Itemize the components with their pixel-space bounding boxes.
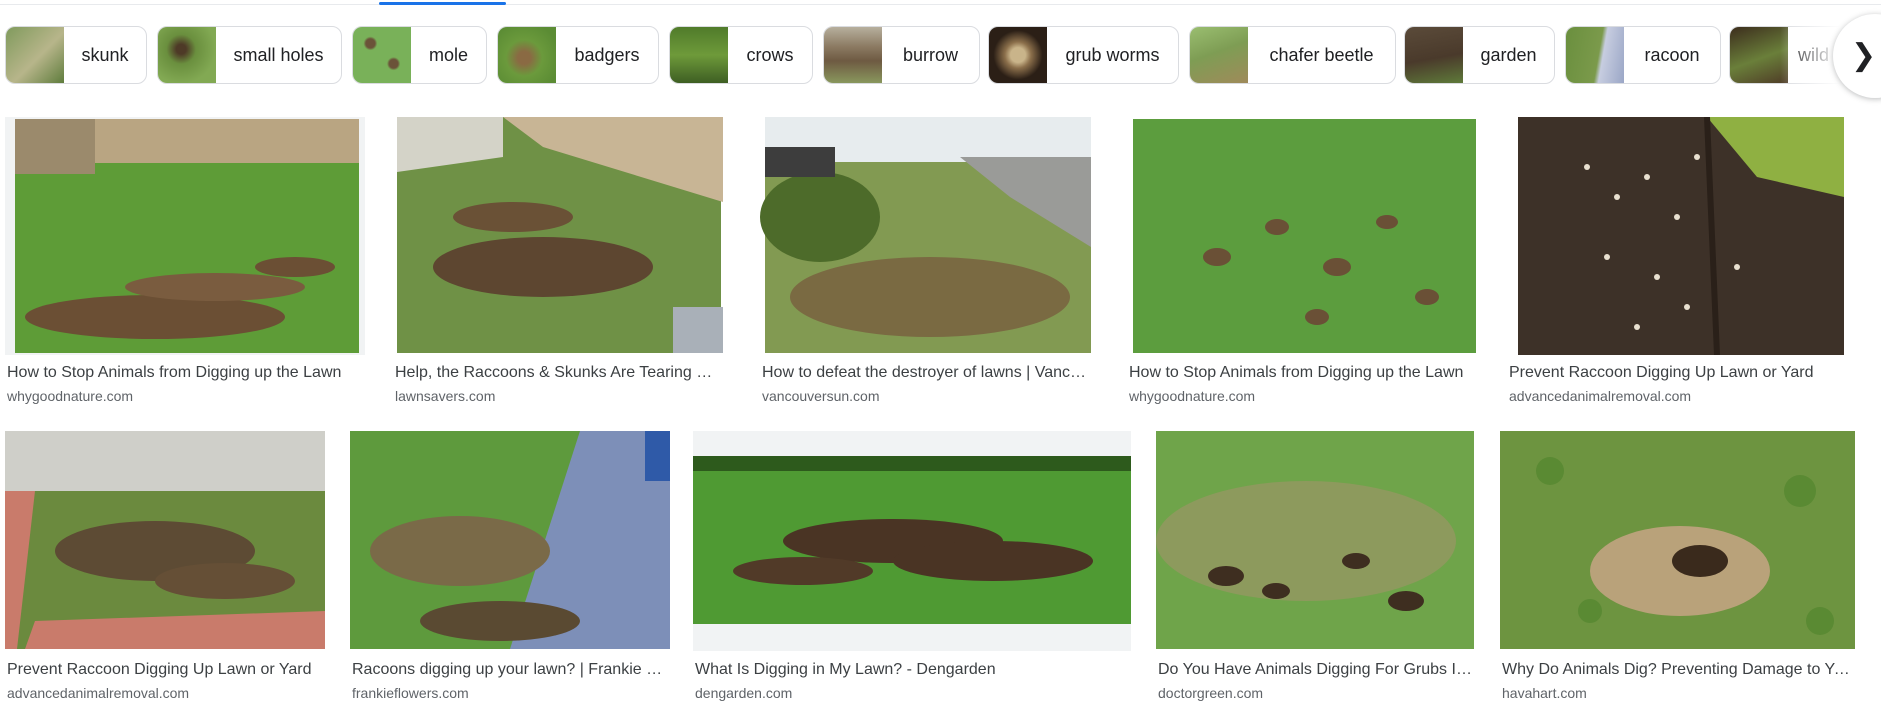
result-title[interactable]: Prevent Raccoon Digging Up Lawn or Yard bbox=[7, 661, 333, 679]
result-title[interactable]: How to Stop Animals from Digging up the … bbox=[7, 364, 363, 382]
image-result[interactable]: Racoons digging up your lawn? | Frankie … bbox=[350, 431, 670, 713]
result-source[interactable]: dengarden.com bbox=[695, 685, 792, 701]
result-title[interactable]: Help, the Raccoons & Skunks Are Tearing … bbox=[395, 364, 721, 382]
chip-label: crows bbox=[746, 44, 794, 65]
chip-label: skunk bbox=[81, 44, 129, 65]
result-source[interactable]: advancedanimalremoval.com bbox=[1509, 388, 1691, 404]
chip-small-holes[interactable]: small holes bbox=[157, 26, 342, 84]
result-title[interactable]: Why Do Animals Dig? Preventing Damage to… bbox=[1502, 661, 1853, 679]
grub-worms-thumbnail bbox=[989, 27, 1047, 83]
chip-badgers[interactable]: badgers bbox=[497, 26, 659, 84]
result-image[interactable] bbox=[393, 117, 723, 355]
image-result[interactable]: Why Do Animals Dig? Preventing Damage to… bbox=[1500, 431, 1855, 713]
result-source[interactable]: frankieflowers.com bbox=[352, 685, 469, 701]
image-result[interactable]: Prevent Raccoon Digging Up Lawn or Yard … bbox=[1507, 117, 1861, 417]
result-source[interactable]: whygoodnature.com bbox=[1129, 388, 1255, 404]
chip-skunk[interactable]: skunk bbox=[5, 26, 147, 84]
chip-label: burrow bbox=[902, 44, 959, 65]
chip-racoon[interactable]: racoon bbox=[1565, 26, 1721, 84]
image-result[interactable]: How to Stop Animals from Digging up the … bbox=[1127, 117, 1482, 417]
small-holes-thumbnail bbox=[158, 27, 216, 83]
result-source[interactable]: lawnsavers.com bbox=[395, 388, 495, 404]
result-image[interactable] bbox=[1507, 117, 1861, 355]
result-image[interactable] bbox=[1127, 117, 1482, 355]
mole-thumbnail bbox=[353, 27, 411, 83]
chip-chafer-beetle[interactable]: chafer beetle bbox=[1189, 26, 1396, 84]
chip-crows[interactable]: crows bbox=[669, 26, 813, 84]
chip-label: grub worms bbox=[1065, 44, 1160, 65]
chip-garden[interactable]: garden bbox=[1404, 26, 1555, 84]
chip-mole[interactable]: mole bbox=[352, 26, 487, 84]
chip-label: garden bbox=[1480, 44, 1537, 65]
chevron-right-icon: ❯ bbox=[1851, 39, 1877, 72]
result-title[interactable]: What Is Digging in My Lawn? - Dengarden bbox=[695, 661, 1129, 679]
result-image[interactable] bbox=[5, 431, 335, 651]
garden-thumbnail bbox=[1405, 27, 1463, 83]
image-result[interactable]: How to defeat the destroyer of lawns | V… bbox=[760, 117, 1096, 417]
image-result[interactable]: Prevent Raccoon Digging Up Lawn or Yard … bbox=[5, 431, 335, 713]
result-title[interactable]: Prevent Raccoon Digging Up Lawn or Yard bbox=[1509, 364, 1859, 382]
result-title[interactable]: Do You Have Animals Digging For Grubs In… bbox=[1158, 661, 1474, 679]
result-title[interactable]: How to defeat the destroyer of lawns | V… bbox=[762, 364, 1094, 382]
chip-grub-worms[interactable]: grub worms bbox=[988, 26, 1179, 84]
result-image[interactable] bbox=[350, 431, 670, 651]
result-image[interactable] bbox=[693, 431, 1131, 651]
result-image[interactable] bbox=[5, 117, 365, 355]
chip-label: chafer beetle bbox=[1269, 44, 1374, 65]
chip-label: small holes bbox=[233, 44, 324, 65]
chip-label: mole bbox=[428, 44, 468, 65]
result-source[interactable]: vancouversun.com bbox=[762, 388, 880, 404]
image-result[interactable]: What Is Digging in My Lawn? - Dengarden … bbox=[693, 431, 1131, 713]
image-result[interactable]: Help, the Raccoons & Skunks Are Tearing … bbox=[393, 117, 723, 417]
result-source[interactable]: whygoodnature.com bbox=[7, 388, 133, 404]
result-source[interactable]: havahart.com bbox=[1502, 685, 1587, 701]
racoon-thumbnail bbox=[1566, 27, 1624, 83]
image-result[interactable]: How to Stop Animals from Digging up the … bbox=[5, 117, 365, 417]
image-result[interactable]: Do You Have Animals Digging For Grubs In… bbox=[1156, 431, 1476, 713]
result-image[interactable] bbox=[760, 117, 1096, 355]
result-title[interactable]: Racoons digging up your lawn? | Frankie … bbox=[352, 661, 668, 679]
burrow-thumbnail bbox=[824, 27, 882, 83]
crows-thumbnail bbox=[670, 27, 728, 83]
badgers-thumbnail bbox=[498, 27, 556, 83]
result-image[interactable] bbox=[1500, 431, 1855, 651]
result-image[interactable] bbox=[1156, 431, 1476, 651]
result-title[interactable]: How to Stop Animals from Digging up the … bbox=[1129, 364, 1480, 382]
result-source[interactable]: doctorgreen.com bbox=[1158, 685, 1263, 701]
tab-bar-divider bbox=[0, 4, 1881, 5]
chip-label: racoon bbox=[1644, 44, 1700, 65]
chafer-beetle-thumbnail bbox=[1190, 27, 1248, 83]
chip-burrow[interactable]: burrow bbox=[823, 26, 980, 84]
skunk-lawn-thumbnail bbox=[6, 27, 64, 83]
active-tab-indicator bbox=[379, 2, 506, 5]
chip-label: badgers bbox=[574, 44, 640, 65]
result-source[interactable]: advancedanimalremoval.com bbox=[7, 685, 189, 701]
